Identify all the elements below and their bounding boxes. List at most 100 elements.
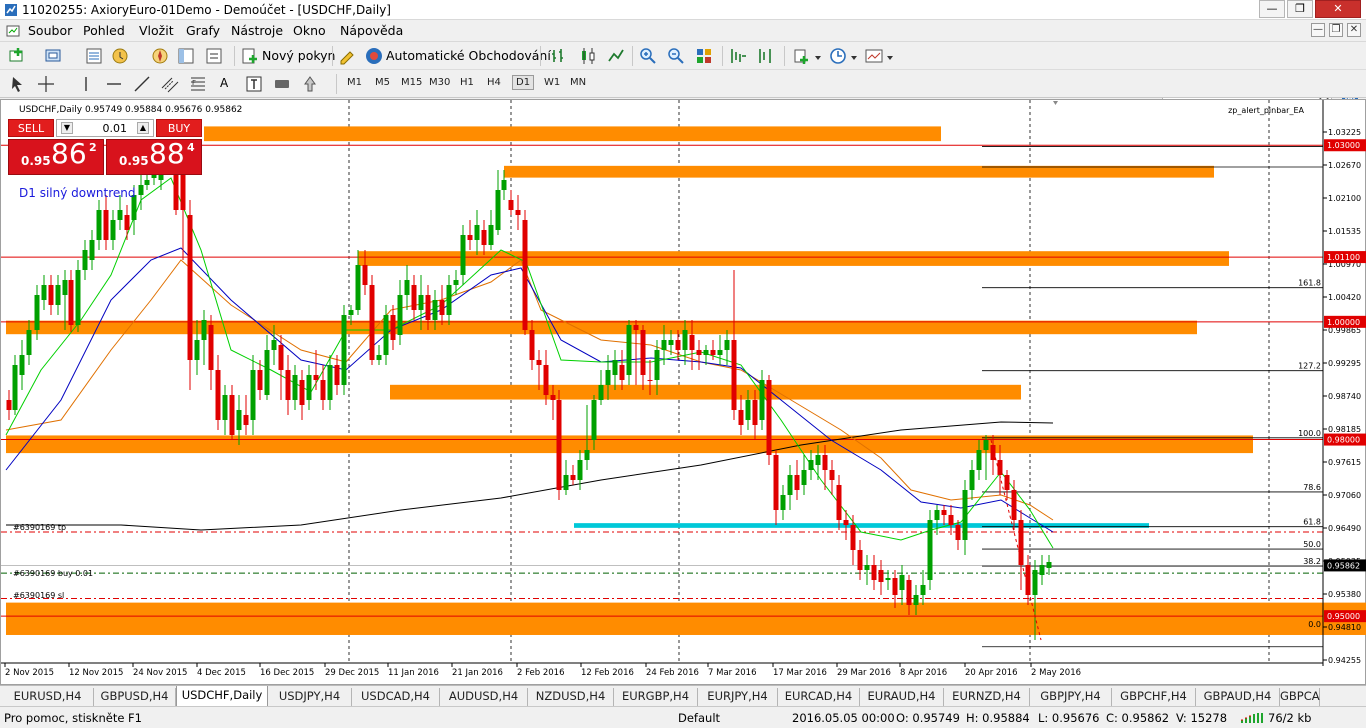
lot-size-field[interactable]: ▼ 0.01 ▲ [56,119,154,137]
timeframe-m15[interactable]: M15 [401,77,422,88]
bearish-candle [710,350,716,355]
metaeditor-icon[interactable] [338,46,358,66]
menu-napoveda[interactable]: Nápověda [340,23,403,38]
trendline-icon[interactable] [132,74,152,94]
chart-window[interactable]: 161.8 127.2 100.0 78.6 61.8 50.0 38.2 0.0 USDCHF… [0,99,1366,685]
channel-icon[interactable] [160,74,180,94]
chevron-down-icon[interactable] [887,56,893,60]
menu-grafy[interactable]: Grafy [186,23,220,38]
timeframe-m30[interactable]: M30 [429,77,450,88]
new-order-icon[interactable] [240,46,260,66]
terminal-icon[interactable] [176,46,196,66]
menu-soubor[interactable]: Soubor [28,23,72,38]
horizontal-line-icon[interactable] [104,74,124,94]
chevron-down-icon[interactable] [815,56,821,60]
crosshair-icon[interactable] [36,74,56,94]
bullish-candle [864,565,870,570]
vertical-line-icon[interactable] [76,74,96,94]
child-minimize-button[interactable]: — [1311,23,1325,37]
timeframe-m1[interactable]: M1 [347,77,362,88]
arrows-icon[interactable] [300,74,320,94]
price-tick-label: 1.00420 [1328,293,1361,302]
tile-windows-icon[interactable] [694,46,714,66]
auto-trading-button[interactable]: Automatické Obchodování [386,48,551,63]
timeframe-w1[interactable]: W1 [544,77,560,88]
menu-vlozit[interactable]: Vložit [139,23,174,38]
menu-nastroje[interactable]: Nástroje [231,23,283,38]
navigator-icon[interactable] [150,46,170,66]
chart-tab[interactable]: GBPUSD,H4 [94,688,176,706]
chart-tab[interactable]: GBPCHF,H4 [1112,688,1196,706]
auto-scroll-icon[interactable] [728,46,748,66]
candlestick-icon[interactable] [578,46,598,66]
bearish-candle [536,360,542,365]
chart-tab[interactable]: USDCAD,H4 [352,688,440,706]
tester-icon[interactable] [204,46,224,66]
child-close-button[interactable]: ✕ [1347,23,1361,37]
chart-tab[interactable]: EURUSD,H4 [2,688,94,706]
menu-okno[interactable]: Okno [293,23,326,38]
chart-tab[interactable]: EURGBP,H4 [614,688,698,706]
cursor-icon[interactable] [8,74,28,94]
bearish-candle [467,235,473,240]
price-tick-label: 1.02100 [1328,194,1361,203]
chart-tab[interactable]: EURJPY,H4 [698,688,778,706]
chart-tab[interactable]: NZDUSD,H4 [528,688,614,706]
zoom-in-icon[interactable] [638,46,658,66]
bullish-candle [236,410,242,430]
fib-level-label: 61.8 [1303,518,1321,527]
lot-increase-button[interactable]: ▲ [137,122,149,134]
bullish-candle [759,380,765,420]
chart-tab[interactable]: USDCHF,Daily [176,686,268,707]
price-chart[interactable]: 161.8 127.2 100.0 78.6 61.8 50.0 38.2 0.0 USDCHF… [1,100,1366,686]
chart-tab[interactable]: EURCAD,H4 [778,688,860,706]
chart-shift-icon[interactable] [756,46,776,66]
bar-chart-icon[interactable] [548,46,568,66]
child-restore-button[interactable]: ❐ [1329,23,1343,37]
lot-decrease-button[interactable]: ▼ [61,122,73,134]
new-chart-icon[interactable] [8,46,28,66]
timeframe-m5[interactable]: M5 [375,77,390,88]
line-chart-icon[interactable] [606,46,626,66]
chart-tab[interactable]: GBPJPY,H4 [1030,688,1112,706]
zoom-out-icon[interactable] [666,46,686,66]
periods-icon[interactable] [828,46,848,66]
sell-button[interactable]: SELL [8,119,54,137]
status-volume: V: 15278 [1176,711,1228,725]
rectangle-icon[interactable] [272,74,292,94]
bullish-candle [194,340,200,360]
fibonacci-icon[interactable]: F [188,74,208,94]
timeframe-h4[interactable]: H4 [487,77,501,88]
maximize-button[interactable]: ❐ [1287,0,1313,18]
sell-price[interactable]: 0.95 86 2 [8,137,104,175]
timeframe-mn[interactable]: MN [570,77,586,88]
timeframe-h1[interactable]: H1 [460,77,474,88]
chart-tab[interactable]: EURNZD,H4 [944,688,1030,706]
bearish-candle [229,395,235,435]
text-label-icon[interactable] [244,74,264,94]
bullish-candle [563,475,569,490]
chart-tab[interactable]: USDJPY,H4 [268,688,352,706]
buy-button[interactable]: BUY [156,119,202,137]
profiles-icon[interactable] [44,46,64,66]
templates-icon[interactable] [864,46,884,66]
chart-tab[interactable]: EURAUD,H4 [860,688,944,706]
chevron-down-icon[interactable] [851,56,857,60]
timeframe-d1[interactable]: D1 [512,75,535,90]
indicators-icon[interactable] [792,46,812,66]
auto-trading-icon[interactable] [364,46,384,66]
new-order-button[interactable]: Nový pokyn [262,48,335,63]
menu-pohled[interactable]: Pohled [83,23,125,38]
close-button[interactable]: ✕ [1315,0,1361,18]
chart-tab[interactable]: GBPCA [1280,688,1320,706]
bullish-candle [306,375,312,400]
minimize-button[interactable]: — [1259,0,1285,18]
buy-price[interactable]: 0.95 88 4 [106,137,202,175]
chart-tab[interactable]: AUDUSD,H4 [440,688,528,706]
data-window-icon[interactable] [110,46,130,66]
bullish-candle [453,280,459,285]
market-watch-icon[interactable] [84,46,104,66]
text-tool-icon[interactable]: A [220,76,228,90]
status-profile: Default [678,711,721,725]
chart-tab[interactable]: GBPAUD,H4 [1196,688,1280,706]
